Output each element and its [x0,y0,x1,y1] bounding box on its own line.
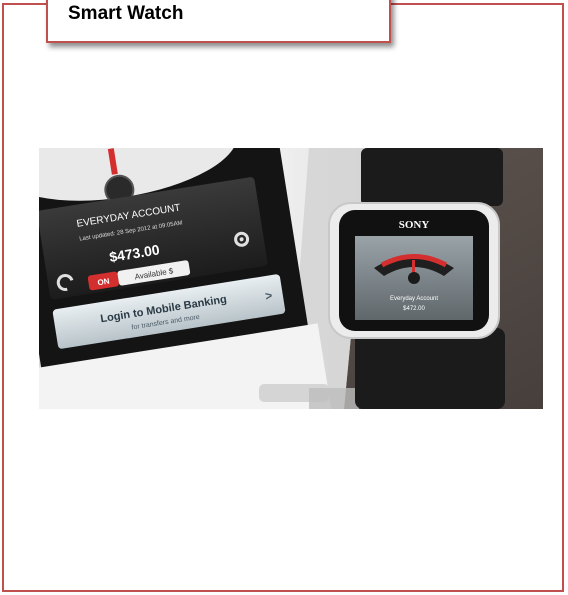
watch-brand: SONY [399,219,430,231]
slide-title-box: Smart Watch [46,0,391,43]
gear-icon [234,231,250,247]
toggle-on-label: ON [97,276,110,287]
watch-balance: $472.00 [403,306,425,312]
phone-illustration: EVERYDAY ACCOUNT Last updated: 28 Sep 20… [39,148,369,409]
watch-account: Everyday Account [390,296,438,302]
slide-title: Smart Watch [68,3,184,24]
smart-watch-photo: EVERYDAY ACCOUNT Last updated: 28 Sep 20… [39,148,543,409]
